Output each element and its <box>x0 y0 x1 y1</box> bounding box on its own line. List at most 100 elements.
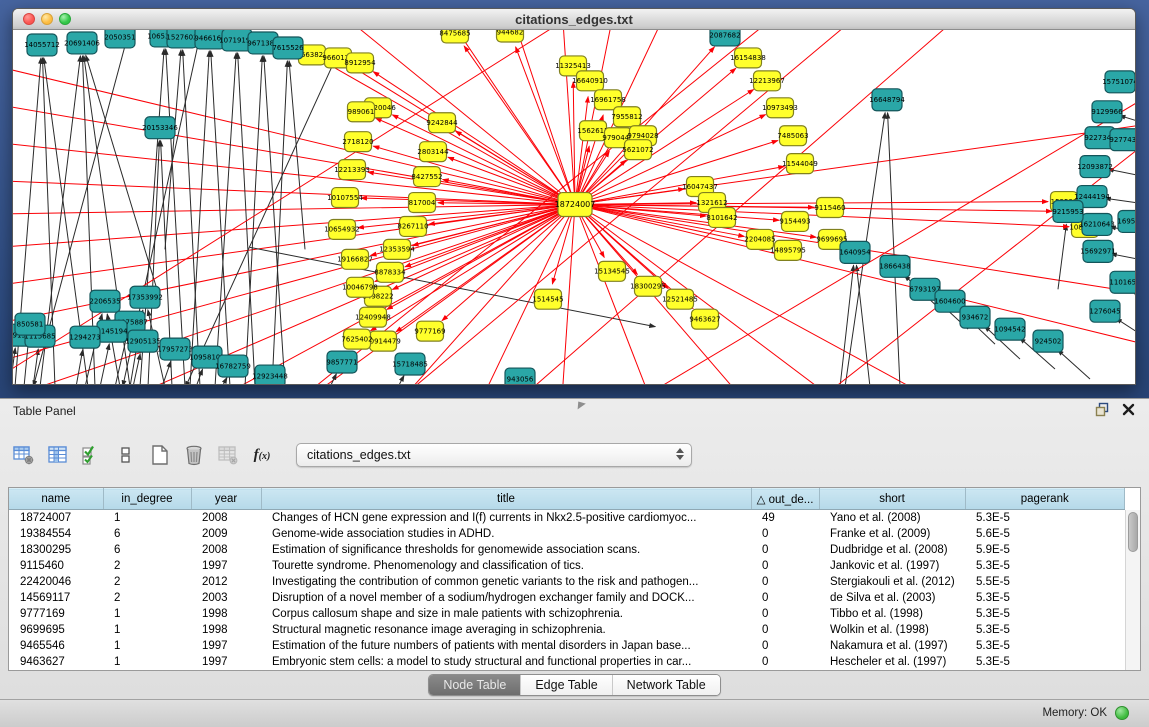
cell-short: Stergiakouli et al. (2012) <box>819 574 965 590</box>
cell-pagerank: 5.3E-5 <box>965 510 1125 526</box>
function-builder-icon[interactable]: f(x) <box>248 441 276 469</box>
cell-short: Wolkin et al. (1998) <box>819 622 965 638</box>
delete-icon[interactable] <box>180 441 208 469</box>
column-header-year[interactable]: year <box>191 489 261 510</box>
graph-node-label: 2087682 <box>709 31 740 39</box>
cell-in_degree: 1 <box>103 654 191 670</box>
column-header-title[interactable]: title <box>261 489 751 510</box>
graph-node-label: 9154493 <box>779 218 810 226</box>
float-panel-icon[interactable] <box>1095 402 1110 417</box>
graph-node-label: 14895795 <box>770 247 806 255</box>
desktop: citations_edges.txt 11325413166409101696… <box>0 0 1149 727</box>
graph-node-label: 9463627 <box>689 315 720 323</box>
memory-status-indicator[interactable] <box>1115 706 1129 720</box>
graph-node-label: 14055712 <box>24 41 60 49</box>
cell-pagerank: 5.3E-5 <box>965 590 1125 606</box>
column-header-name[interactable]: name <box>9 489 103 510</box>
tab-node-table[interactable]: Node Table <box>429 675 521 695</box>
network-graph[interactable]: 1132541316640910169617587955812156261597… <box>13 30 1135 384</box>
graph-node-label: 9115460 <box>814 204 845 212</box>
graph-node-label: 1094542 <box>994 325 1025 333</box>
cell-in_degree: 2 <box>103 590 191 606</box>
cell-in_degree: 2 <box>103 574 191 590</box>
graph-node-label: 19166827 <box>337 256 373 264</box>
tab-network-table[interactable]: Network Table <box>613 675 720 695</box>
graph-node-label: 16154838 <box>730 54 766 62</box>
table-tabbar: Node TableEdge TableNetwork Table <box>0 671 1149 699</box>
column-header-short[interactable]: short <box>819 489 965 510</box>
delete-table-icon[interactable] <box>214 441 242 469</box>
cell-name: 18724007 <box>9 510 103 526</box>
graph-node-label: 943056 <box>507 375 534 383</box>
table-row[interactable]: 1456911722003Disruption of a novel membe… <box>9 590 1125 606</box>
table-toolbar: f(x) citations_edges.txt <box>10 437 692 473</box>
table-row[interactable]: 946554611997Estimation of the future num… <box>9 638 1125 654</box>
window-title: citations_edges.txt <box>13 12 1135 27</box>
cell-out_degree: 0 <box>751 526 819 542</box>
graph-node-label: 15751074 <box>1102 78 1135 86</box>
node-attribute-table[interactable]: namein_degreeyeartitle△ out_de...shortpa… <box>9 488 1125 670</box>
new-file-icon[interactable] <box>146 441 174 469</box>
graph-node-label: 15134545 <box>594 268 630 276</box>
window-titlebar[interactable]: citations_edges.txt <box>13 9 1135 30</box>
graph-node-label: 944682 <box>497 30 524 36</box>
table-row[interactable]: 1830029562008Estimation of significance … <box>9 542 1125 558</box>
cell-name: 9465546 <box>9 638 103 654</box>
graph-node-label: 9242844 <box>426 119 458 127</box>
graph-node-label: 1294273 <box>69 333 100 341</box>
graph-node-label: 11544049 <box>782 160 818 168</box>
cell-name: 22420046 <box>9 574 103 590</box>
row-options-icon[interactable] <box>112 441 140 469</box>
graph-node-label: 1695533 <box>1117 218 1135 226</box>
table-row[interactable]: 2242004622012Investigating the contribut… <box>9 574 1125 590</box>
network-canvas[interactable]: 1132541316640910169617587955812156261597… <box>13 30 1135 384</box>
table-row[interactable]: 1872400712008Changes of HCN gene express… <box>9 510 1125 526</box>
cell-title: Investigating the contribution of common… <box>261 574 751 590</box>
cell-name: 18300295 <box>9 542 103 558</box>
cell-pagerank: 5.3E-5 <box>965 654 1125 670</box>
cell-year: 2008 <box>191 542 261 558</box>
cell-in_degree: 6 <box>103 542 191 558</box>
cell-in_degree: 1 <box>103 606 191 622</box>
panel-resize-grip[interactable] <box>574 399 586 410</box>
graph-node-label: 20691406 <box>64 39 100 47</box>
cell-name: 9777169 <box>9 606 103 622</box>
cell-name: 9115460 <box>9 558 103 574</box>
cell-out_degree: 0 <box>751 606 819 622</box>
column-header-out_degree[interactable]: △ out_de... <box>751 489 819 510</box>
cell-year: 1997 <box>191 638 261 654</box>
close-panel-icon[interactable] <box>1122 403 1135 416</box>
cell-in_degree: 6 <box>103 526 191 542</box>
graph-node-label: 10654932 <box>324 226 360 234</box>
graph-node-label: 2050351 <box>104 33 135 41</box>
graph-node-label: 18724007 <box>555 200 596 209</box>
cell-title: Corpus callosum shape and size in male p… <box>261 606 751 622</box>
cell-year: 2012 <box>191 574 261 590</box>
table-row[interactable]: 911546021997Tourette syndrome. Phenomeno… <box>9 558 1125 574</box>
toggle-columns-icon[interactable] <box>44 441 72 469</box>
graph-node-label: 817004 <box>409 199 436 207</box>
graph-node-label: 5621072 <box>622 146 653 154</box>
cell-title: Estimation of the future numbers of pati… <box>261 638 751 654</box>
cell-out_degree: 0 <box>751 638 819 654</box>
table-row[interactable]: 969969511998Structural magnetic resonanc… <box>9 622 1125 638</box>
table-row[interactable]: 977716911998Corpus callosum shape and si… <box>9 606 1125 622</box>
column-header-in_degree[interactable]: in_degree <box>103 489 191 510</box>
select-columns-icon[interactable] <box>78 441 106 469</box>
cell-year: 2008 <box>191 510 261 526</box>
graph-node-label: 12521485 <box>662 296 698 304</box>
cell-name: 9463627 <box>9 654 103 670</box>
table-row[interactable]: 1938455462009Genome-wide association stu… <box>9 526 1125 542</box>
column-header-pagerank[interactable]: pagerank <box>965 489 1125 510</box>
cell-title: Structural magnetic resonance image aver… <box>261 622 751 638</box>
table-settings-icon[interactable] <box>10 441 38 469</box>
table-scrollbar[interactable] <box>1125 510 1140 670</box>
cell-name: 19384554 <box>9 526 103 542</box>
network-table-select[interactable]: citations_edges.txt <box>296 443 692 467</box>
select-arrows-icon <box>676 448 684 460</box>
table-row[interactable]: 946362711997Embryonic stem cells: a mode… <box>9 654 1125 670</box>
cell-pagerank: 5.5E-5 <box>965 574 1125 590</box>
tab-edge-table[interactable]: Edge Table <box>521 675 612 695</box>
graph-node-label: 16961758 <box>590 96 626 104</box>
table-scrollbar-thumb[interactable] <box>1128 512 1138 552</box>
